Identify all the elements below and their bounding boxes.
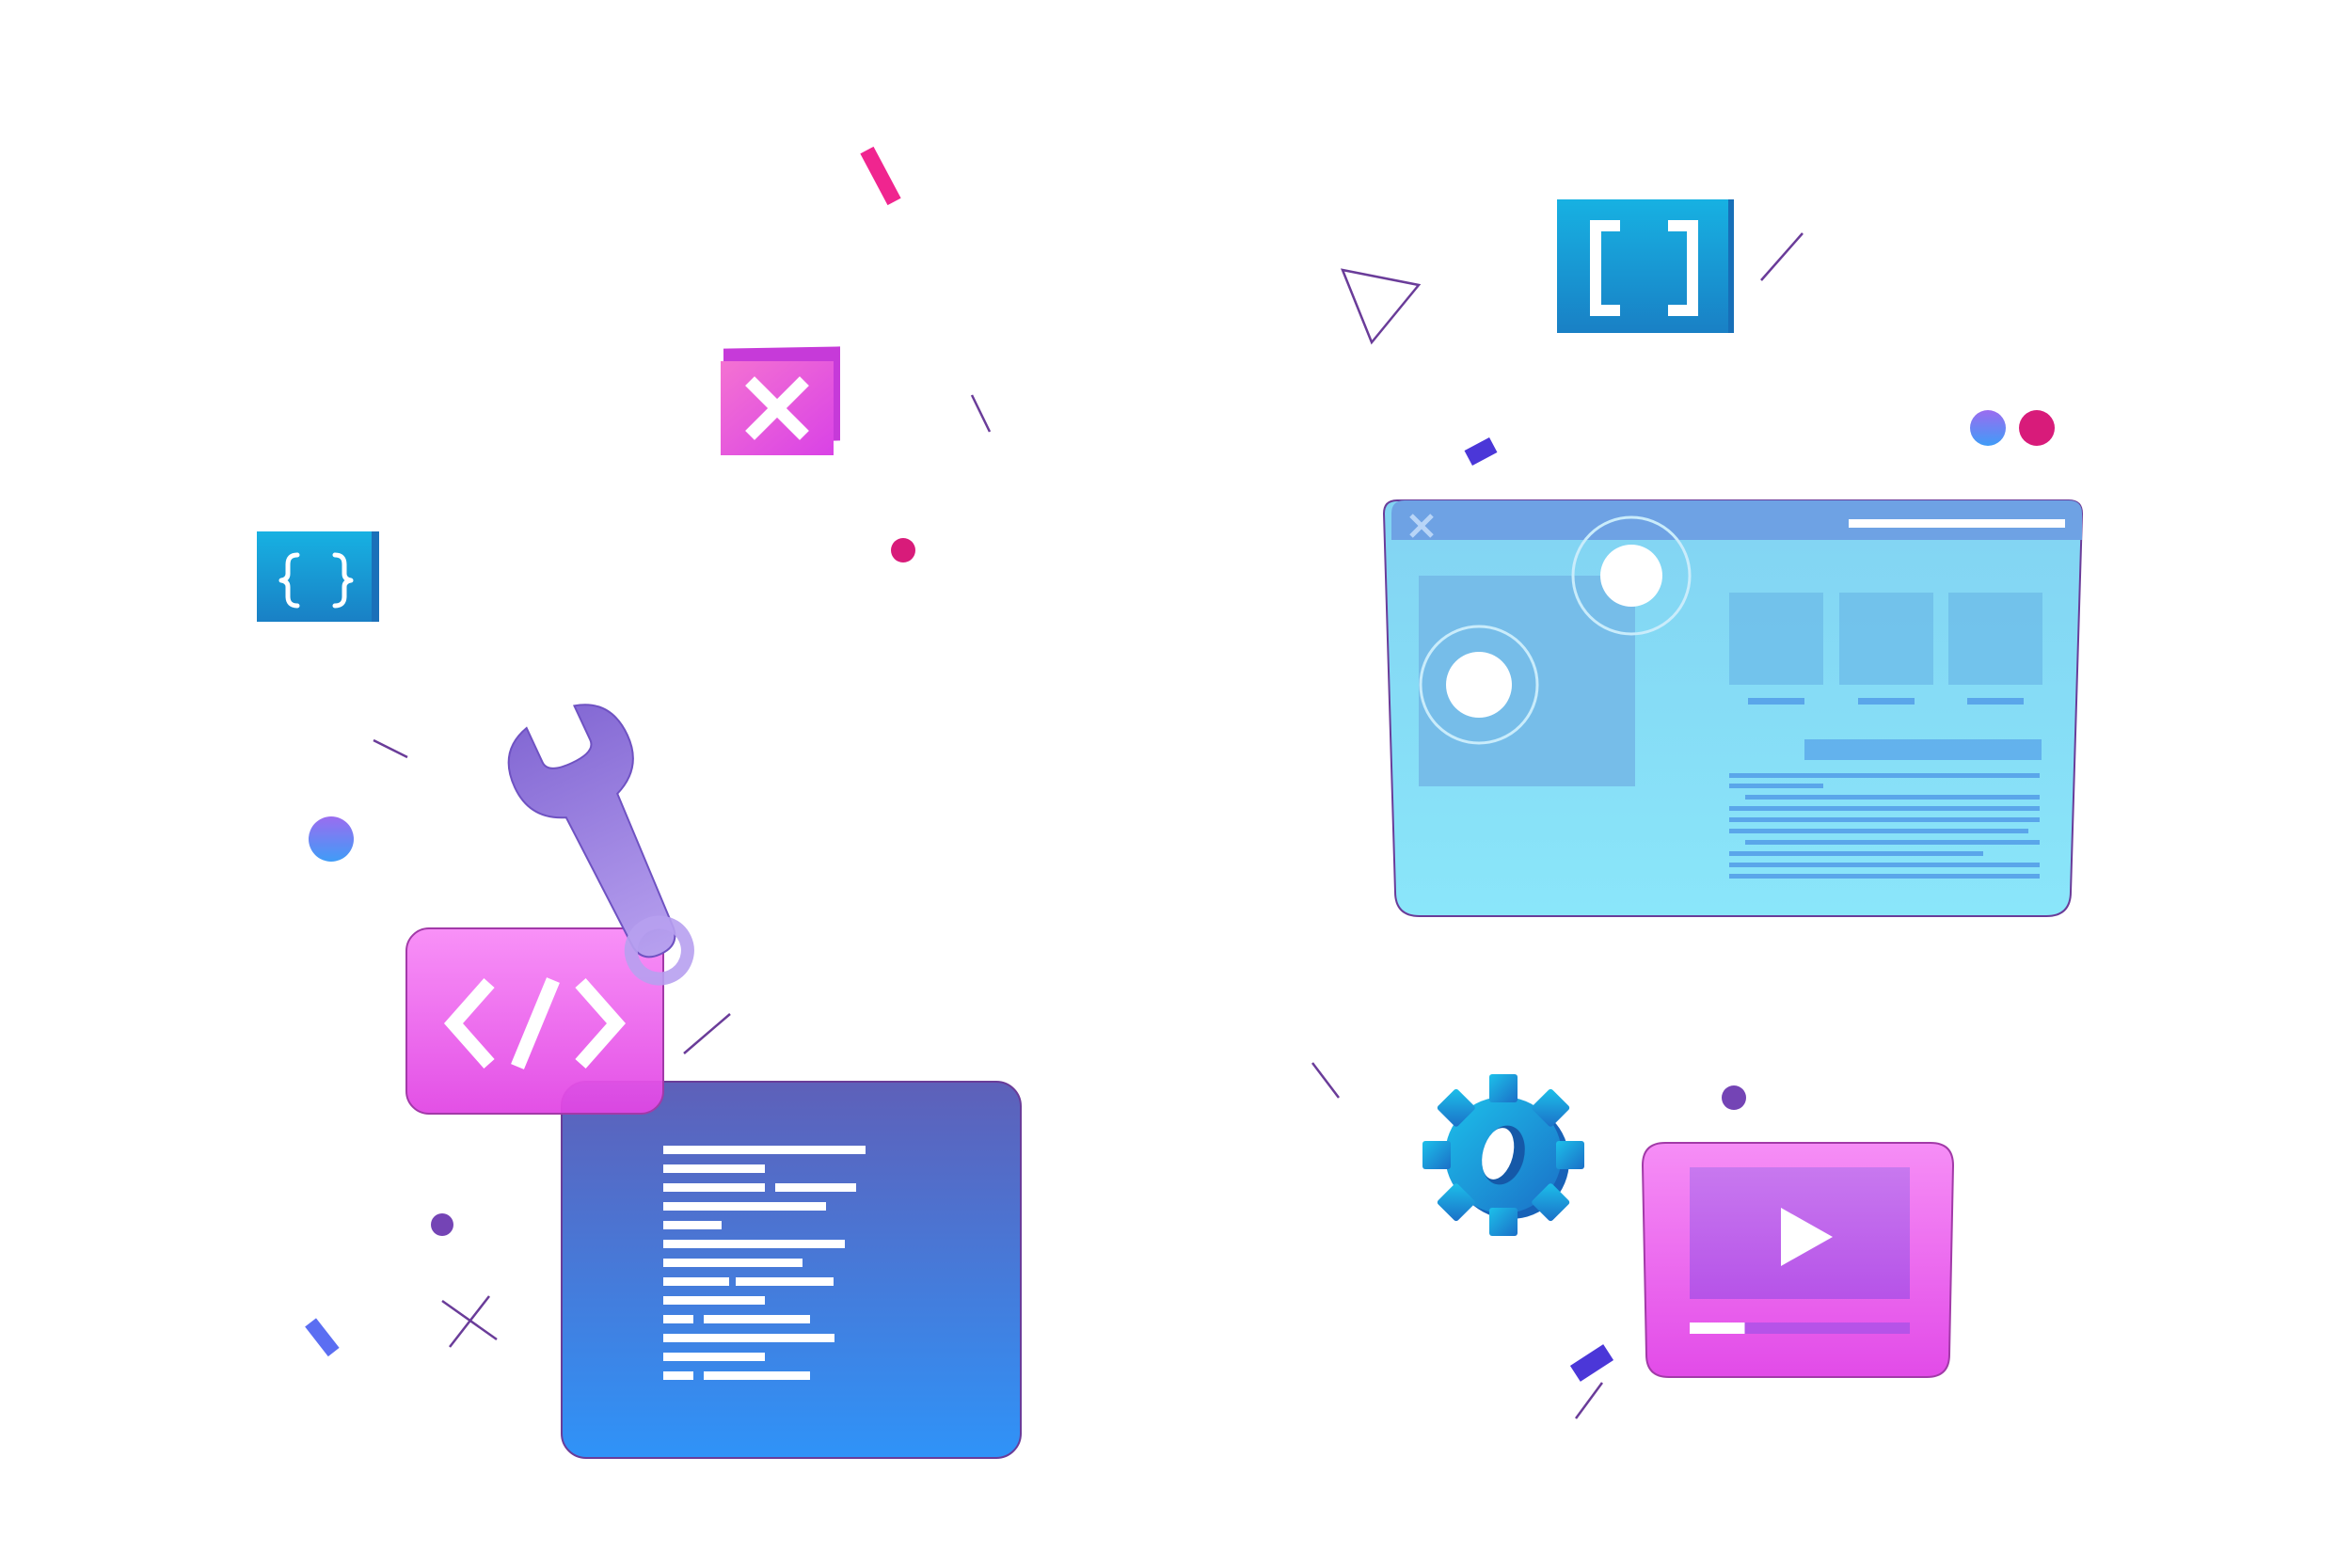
- video-progress-fill: [1690, 1323, 1745, 1334]
- purple-dash: [1574, 1382, 1604, 1419]
- curly-braces-tile: [257, 531, 379, 622]
- triangle-outline: [1340, 268, 1422, 345]
- close-tile: [721, 346, 840, 455]
- purple-dash: [683, 1013, 731, 1054]
- square-brackets-tile: [1557, 199, 1734, 333]
- pink-confetti: [860, 146, 901, 206]
- cross-mark: [441, 1295, 498, 1348]
- purple-dash: [970, 394, 992, 433]
- gradient-dot: [1970, 410, 2006, 446]
- gear-icon: [1422, 1074, 1584, 1236]
- code-editor-window: [561, 1081, 1022, 1459]
- code-tag-card: [405, 927, 664, 1115]
- purple-dot: [431, 1213, 453, 1236]
- magenta-dot: [891, 538, 915, 562]
- video-player: [1641, 1142, 1955, 1378]
- curly-braces-tile-face: [257, 531, 372, 622]
- purple-dot: [1722, 1085, 1746, 1110]
- web-development-illustration: [257, 146, 2084, 1459]
- code-editor-panel: [561, 1081, 1022, 1459]
- address-bar: [1849, 519, 2065, 528]
- heading-bar: [1804, 739, 2042, 760]
- indigo-confetti: [1464, 437, 1498, 466]
- browser-window: [1382, 499, 2084, 917]
- purple-dash: [1760, 232, 1804, 281]
- square-brackets-tile-face: [1557, 199, 1728, 333]
- purple-dash: [1311, 1062, 1340, 1099]
- indigo-confetti: [1569, 1344, 1614, 1382]
- gradient-dot: [309, 816, 354, 862]
- blue-confetti: [305, 1318, 340, 1357]
- magenta-dot: [2019, 410, 2055, 446]
- purple-dash: [373, 738, 408, 759]
